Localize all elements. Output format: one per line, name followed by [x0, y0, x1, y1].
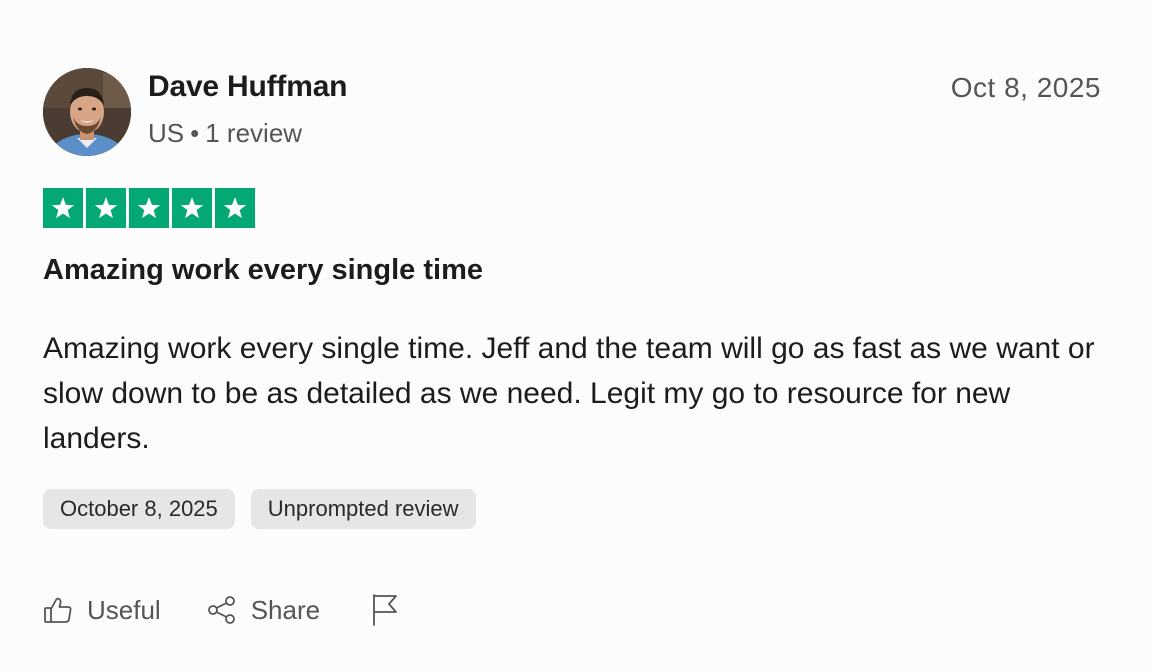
star-icon [51, 197, 75, 219]
useful-button[interactable]: Useful [43, 595, 161, 626]
useful-label: Useful [87, 594, 161, 625]
star-icon [94, 197, 118, 219]
flag-icon [370, 593, 400, 627]
avatar-image [43, 68, 131, 156]
star-icon [137, 197, 161, 219]
review-actions: Useful Share [43, 590, 400, 630]
unprompted-review-tag[interactable]: Unprompted review [250, 489, 476, 529]
reviewer-country: US [148, 118, 185, 148]
star-4 [172, 188, 212, 228]
star-1 [43, 188, 83, 228]
reviewer-meta: US • 1 review [148, 118, 302, 149]
experience-date-tag: October 8, 2025 [43, 489, 235, 529]
review-tags: October 8, 2025 Unprompted review [43, 489, 476, 529]
review-header: Dave Huffman US • 1 review Oct 8, 2025 [43, 68, 1103, 158]
reviewer-name[interactable]: Dave Huffman [148, 70, 348, 104]
star-5 [215, 188, 255, 228]
review-title: Amazing work every single time [43, 254, 483, 286]
star-icon [180, 197, 204, 219]
report-button[interactable] [370, 593, 400, 627]
star-icon [223, 197, 247, 219]
review-date: Oct 8, 2025 [950, 72, 1101, 103]
share-label: Share [250, 594, 321, 625]
review-body: Amazing work every single time. Jeff and… [43, 332, 1095, 455]
star-3 [129, 188, 169, 228]
star-rating [43, 188, 255, 228]
star-2 [86, 188, 126, 228]
avatar[interactable] [43, 68, 131, 156]
thumbs-up-icon [43, 595, 73, 625]
reviewer-review-count: 1 review [205, 118, 303, 148]
review-card: Dave Huffman US • 1 review Oct 8, 2025 Ama… [43, 68, 1103, 648]
share-icon [207, 595, 237, 625]
meta-separator: • [190, 118, 200, 148]
share-button[interactable]: Share [207, 595, 320, 626]
